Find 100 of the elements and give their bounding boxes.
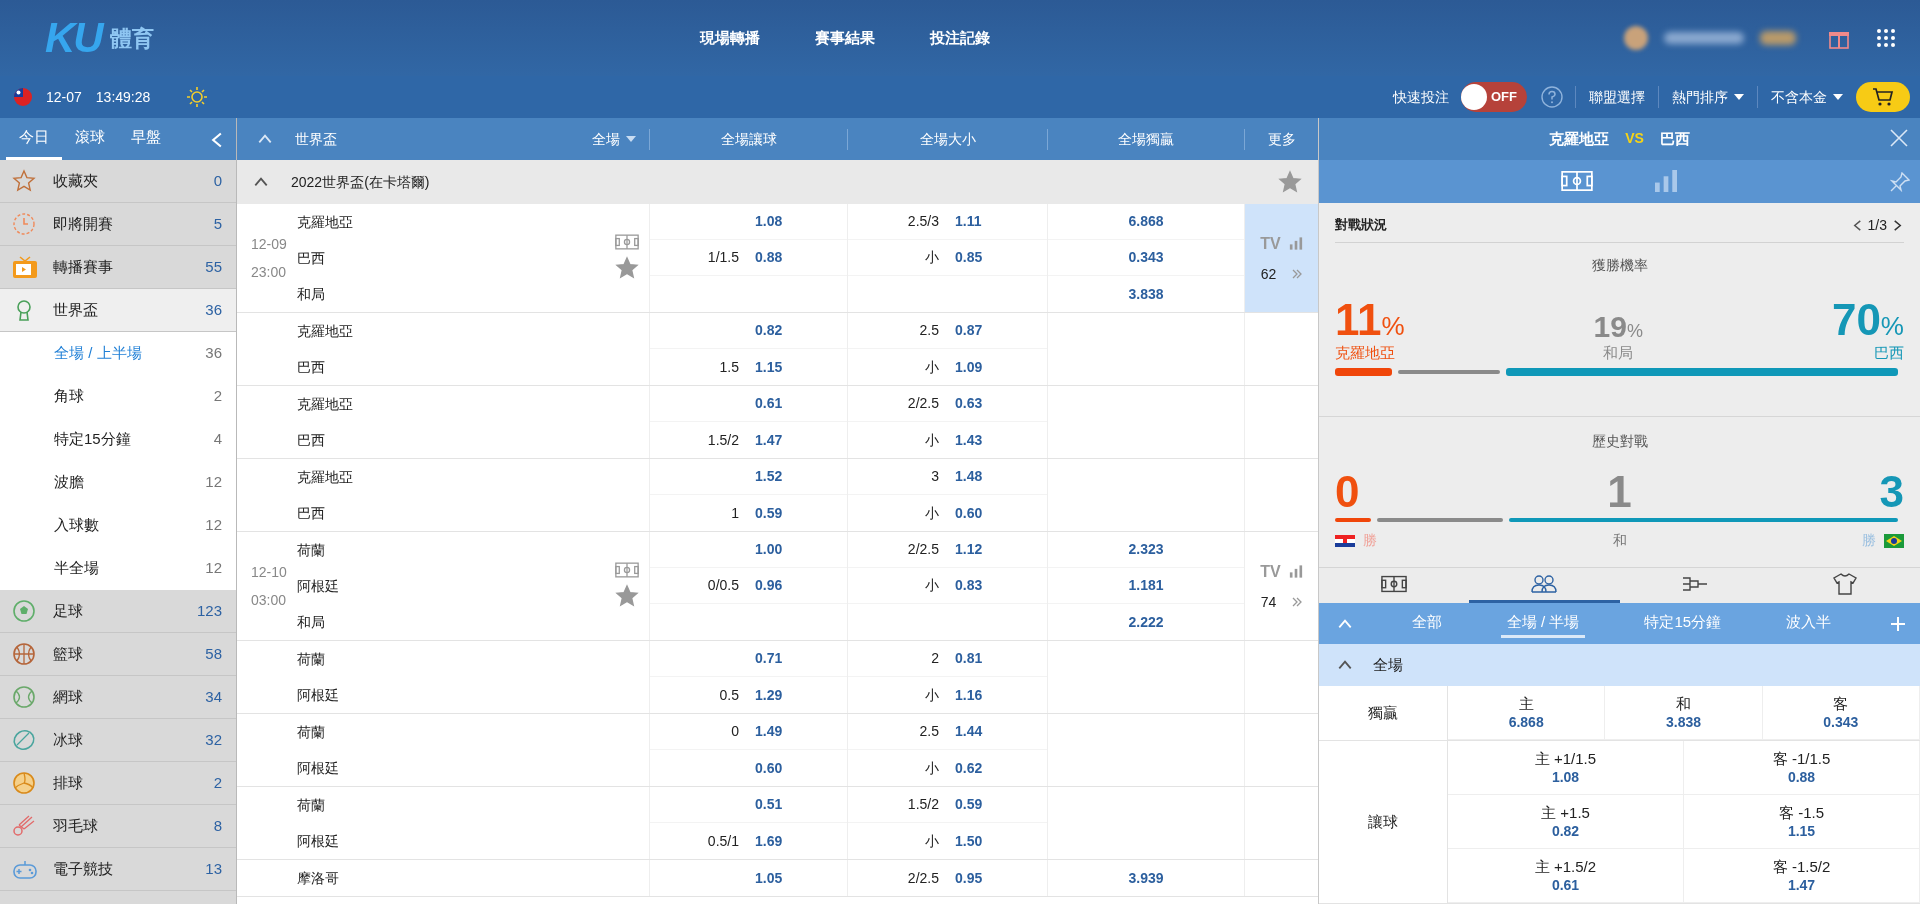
- sidebar-subitem[interactable]: 特定15分鐘 4: [0, 418, 236, 461]
- odds-value[interactable]: 0.60: [755, 757, 847, 779]
- favorite-star-icon: [615, 584, 639, 608]
- odds-value[interactable]: 0.82: [755, 320, 847, 341]
- odds-option[interactable]: 主 +1.5 0.82: [1448, 795, 1684, 849]
- odds-value[interactable]: 1.50: [955, 830, 1047, 852]
- odds-value[interactable]: 0.96: [755, 575, 847, 596]
- odds-value[interactable]: 1.29: [755, 684, 847, 706]
- sidebar-subitem[interactable]: 半全場 12: [0, 547, 236, 590]
- odds-value[interactable]: 0.95: [955, 867, 1047, 889]
- odds-value[interactable]: 0.88: [755, 247, 847, 268]
- odds-value[interactable]: 1.49: [755, 721, 847, 742]
- odds-value[interactable]: 0.71: [755, 648, 847, 669]
- odds-option[interactable]: 主 +1.5/2 0.61: [1448, 849, 1684, 903]
- odds-value[interactable]: 0.59: [955, 794, 1047, 815]
- tv-label: TV: [1260, 233, 1281, 254]
- sidebar-tab[interactable]: 今日: [6, 118, 62, 160]
- odds-value[interactable]: 0.81: [955, 648, 1047, 669]
- more-markets-cell[interactable]: TV 62: [1244, 204, 1318, 312]
- quick-bet-toggle[interactable]: OFF: [1461, 82, 1527, 112]
- odds-value[interactable]: 1.47: [755, 429, 847, 451]
- sidebar-item[interactable]: 世界盃 36: [0, 289, 236, 332]
- odds-value[interactable]: 0.62: [955, 757, 1047, 779]
- odds-option[interactable]: 和 3.838: [1605, 686, 1763, 740]
- odds-value[interactable]: 1.48: [955, 466, 1047, 487]
- odds-value[interactable]: 1.69: [755, 830, 847, 852]
- sidebar-tab[interactable]: 滾球: [62, 118, 118, 160]
- sidebar-tab[interactable]: 早盤: [118, 118, 174, 160]
- odds-value[interactable]: 1.09: [955, 356, 1047, 378]
- odds-value[interactable]: 0.51: [755, 794, 847, 815]
- odds-value[interactable]: 0.59: [755, 502, 847, 524]
- close-icon[interactable]: [1890, 129, 1908, 147]
- probability-label: 克羅地亞: [1335, 342, 1395, 363]
- sidebar-item[interactable]: 電子競技 13: [0, 848, 236, 891]
- odds-line: 0.5/1: [706, 831, 740, 851]
- odds-option[interactable]: 客 -1/1.5 0.88: [1684, 741, 1920, 795]
- pin-icon[interactable]: [1890, 171, 1910, 192]
- odds-option[interactable]: 客 0.343: [1762, 686, 1920, 740]
- menu-button[interactable]: 不含本金: [1770, 85, 1844, 109]
- app-grid-icon[interactable]: [1876, 28, 1896, 48]
- sidebar-item[interactable]: 冰球 32: [0, 719, 236, 762]
- nav-link[interactable]: 投注記錄: [930, 26, 990, 50]
- sun-icon[interactable]: [186, 86, 209, 108]
- odds-value[interactable]: 0.87: [955, 320, 1047, 341]
- period-dropdown[interactable]: 全場: [591, 127, 637, 151]
- sidebar-item[interactable]: 收藏夾 0: [0, 160, 236, 203]
- odds-value[interactable]: 0.83: [955, 575, 1047, 596]
- odds-value[interactable]: 1.15: [755, 356, 847, 378]
- favorite-star-icon: [1278, 170, 1302, 194]
- nav-link[interactable]: 賽事結果: [815, 26, 875, 50]
- win-label: 勝: [1862, 531, 1876, 551]
- sidebar-item[interactable]: 即將開賽 5: [0, 203, 236, 246]
- cart-icon: [1872, 87, 1894, 107]
- sidebar-subitem[interactable]: 全場 / 上半場 36: [0, 332, 236, 375]
- odds-line: 0.5: [718, 685, 740, 705]
- help-icon[interactable]: [1541, 86, 1563, 108]
- competition-title: 世界盃: [295, 129, 337, 149]
- caret-icon: [1734, 94, 1744, 100]
- odds-value[interactable]: 1.16: [955, 684, 1047, 706]
- odds-option[interactable]: 主 6.868: [1448, 686, 1606, 740]
- odds-value[interactable]: 1.44: [955, 721, 1047, 742]
- odds-option[interactable]: 客 -1.5/2 1.47: [1684, 849, 1920, 903]
- odds-value[interactable]: 1.52: [755, 466, 847, 487]
- odds-value[interactable]: 1.43: [955, 429, 1047, 451]
- odds-value[interactable]: 6.868: [1128, 211, 1164, 232]
- sidebar-subitem[interactable]: 入球數 12: [0, 504, 236, 547]
- sidebar-item[interactable]: 排球 2: [0, 762, 236, 805]
- menu-button[interactable]: 熱門排序: [1671, 85, 1745, 109]
- team-name: 克羅地亞: [297, 467, 353, 487]
- cart-button[interactable]: [1856, 82, 1910, 112]
- odds-value[interactable]: 3.939: [1128, 867, 1164, 889]
- nav-link[interactable]: 現場轉播: [700, 26, 760, 50]
- odds-value[interactable]: 2.323: [1128, 539, 1164, 560]
- odds-value[interactable]: 1.12: [955, 539, 1047, 560]
- odds-value[interactable]: 0.85: [955, 247, 1047, 268]
- odds-value[interactable]: 0.60: [955, 502, 1047, 524]
- column-header: 全場獨贏: [1047, 128, 1244, 150]
- odds-value[interactable]: 1.11: [955, 211, 1047, 232]
- sidebar-subitem[interactable]: 角球 2: [0, 375, 236, 418]
- sidebar-subitem[interactable]: 波膽 12: [0, 461, 236, 504]
- odds-value[interactable]: 0.61: [755, 393, 847, 414]
- odds-line: 0: [730, 722, 740, 741]
- add-icon[interactable]: [1889, 615, 1906, 632]
- odds-value[interactable]: 1.05: [755, 867, 847, 889]
- odds-value[interactable]: 1.00: [755, 539, 847, 560]
- menu-button[interactable]: 聯盟選擇: [1588, 85, 1646, 109]
- odds-value[interactable]: 0.343: [1128, 247, 1164, 268]
- sidebar-item[interactable]: 網球 34: [0, 676, 236, 719]
- odds-option[interactable]: 客 -1.5 1.15: [1684, 795, 1920, 849]
- odds-value[interactable]: 1.08: [755, 211, 847, 232]
- sidebar-item[interactable]: 足球 123: [0, 590, 236, 633]
- odds-line: 2.5: [918, 321, 940, 340]
- odds-value[interactable]: 2.222: [1128, 611, 1164, 633]
- odds-value[interactable]: 3.838: [1128, 283, 1164, 305]
- blurred-balance: [1760, 31, 1796, 45]
- odds-value[interactable]: 1.181: [1128, 575, 1164, 596]
- sidebar-item[interactable]: 羽毛球 8: [0, 805, 236, 848]
- sidebar-item[interactable]: 籃球 58: [0, 633, 236, 676]
- odds-value[interactable]: 0.63: [955, 393, 1047, 414]
- odds-option[interactable]: 主 +1/1.5 1.08: [1448, 741, 1684, 795]
